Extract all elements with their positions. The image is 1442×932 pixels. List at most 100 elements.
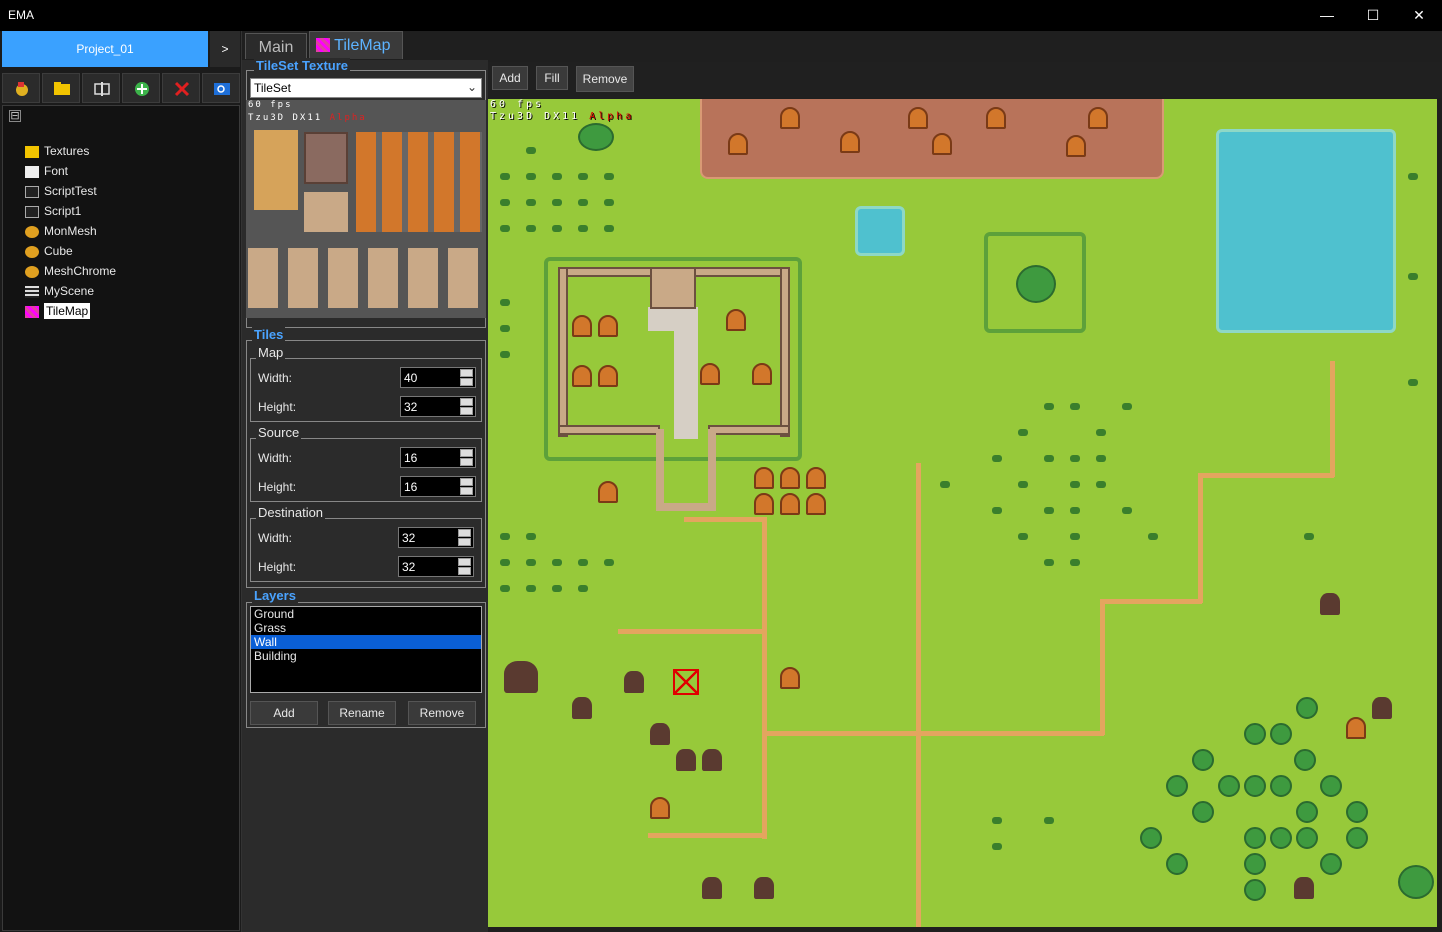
- import-icon: [16, 82, 28, 96]
- asset-tree[interactable]: ⊟ Textures Font ScriptTest Script1 MonMe…: [2, 105, 240, 931]
- destination-width-stepper[interactable]: 32: [398, 527, 474, 548]
- grass-tuft-tile: [526, 533, 536, 540]
- dead-tree-tile: [676, 749, 696, 771]
- grass-tuft-tile: [578, 559, 588, 566]
- tree-tile: [1270, 723, 1292, 745]
- tree-item-script1[interactable]: Script1: [25, 202, 81, 220]
- map-remove-button[interactable]: Remove: [576, 66, 634, 92]
- tree-item-myscene[interactable]: MyScene: [25, 282, 94, 300]
- large-pond: [1216, 129, 1396, 333]
- grass-tuft-tile: [992, 817, 1002, 824]
- castle-wall-tile: [558, 267, 568, 437]
- map-height-stepper[interactable]: 32: [400, 396, 476, 417]
- open-folder-button[interactable]: [42, 73, 80, 103]
- tree-item-cube[interactable]: Cube: [25, 242, 73, 260]
- building-tile: [780, 667, 800, 689]
- project-selector[interactable]: Project_01: [2, 31, 208, 67]
- grass-tuft-tile: [500, 199, 510, 206]
- grass-tuft-tile: [500, 533, 510, 540]
- tileset-engine-label: Tzu3D DX11 Alpha: [248, 113, 367, 123]
- layer-add-button[interactable]: Add: [250, 701, 318, 725]
- folder-icon: [54, 82, 70, 95]
- tree-item-font[interactable]: Font: [25, 162, 68, 180]
- tree-item-label: MeshChrome: [44, 264, 117, 278]
- fps-overlay: 60 fps: [490, 99, 545, 110]
- grass-tuft-tile: [604, 225, 614, 232]
- tree-tile: [1244, 853, 1266, 875]
- dirt-path-tile: [1198, 477, 1203, 603]
- grass-tuft-tile: [500, 351, 510, 358]
- grass-tuft-tile: [578, 225, 588, 232]
- building-tile: [780, 107, 800, 129]
- minimize-button[interactable]: —: [1304, 0, 1350, 31]
- castle-wall-tile: [656, 429, 716, 511]
- tree-tile: [1166, 853, 1188, 875]
- grass-tuft-tile: [552, 173, 562, 180]
- tree-item-monmesh[interactable]: MonMesh: [25, 222, 97, 240]
- grass-tuft-tile: [1044, 455, 1054, 462]
- tab-tilemap[interactable]: TileMap: [309, 31, 403, 59]
- tileset-preview[interactable]: 60 fps Tzu3D DX11 Alpha: [246, 100, 486, 318]
- building-tile: [1346, 717, 1366, 739]
- close-button[interactable]: ✕: [1396, 0, 1442, 31]
- layer-rename-button[interactable]: Rename: [328, 701, 396, 725]
- tree-tile: [1244, 879, 1266, 901]
- grass-tuft-tile: [500, 173, 510, 180]
- dirt-path-tile: [648, 833, 766, 838]
- grass-tuft-tile: [1148, 533, 1158, 540]
- tree-item-tilemap[interactable]: TileMap: [25, 302, 91, 320]
- import-button[interactable]: [2, 73, 40, 103]
- view-button[interactable]: [202, 73, 240, 103]
- maximize-button[interactable]: ☐: [1350, 0, 1396, 31]
- grass-tuft-tile: [992, 843, 1002, 850]
- tree-tile: [1192, 801, 1214, 823]
- grass-tuft-tile: [1408, 173, 1418, 180]
- grass-tuft-tile: [1044, 403, 1054, 410]
- layer-remove-button[interactable]: Remove: [408, 701, 476, 725]
- dirt-path-tile: [1198, 473, 1334, 478]
- text-icon: [94, 82, 110, 96]
- grass-tuft-tile: [1044, 817, 1054, 824]
- layer-item-ground[interactable]: Ground: [251, 607, 481, 621]
- tree-item-textures[interactable]: Textures: [25, 142, 89, 160]
- tree-expander[interactable]: ⊟: [9, 110, 21, 122]
- map-width-stepper[interactable]: 40: [400, 367, 476, 388]
- layers-list[interactable]: Ground Grass Wall Building: [250, 606, 482, 693]
- dirt-path-tile: [618, 629, 764, 634]
- tilemap-viewport[interactable]: 60 fps Tzu3D DX11 Alpha: [488, 99, 1437, 927]
- building-tile: [806, 493, 826, 515]
- tree-item-scripttest[interactable]: ScriptTest: [25, 182, 97, 200]
- map-fill-button[interactable]: Fill: [536, 66, 568, 90]
- building-tile: [728, 133, 748, 155]
- building-tile: [752, 363, 772, 385]
- tree-tile: [1296, 801, 1318, 823]
- grass-tuft-tile: [578, 173, 588, 180]
- window-title: EMA: [8, 8, 35, 22]
- tree-tile: [1166, 775, 1188, 797]
- delete-button[interactable]: [162, 73, 200, 103]
- grass-tuft-tile: [526, 147, 536, 154]
- tree-tile: [1244, 723, 1266, 745]
- project-expand-button[interactable]: >: [210, 31, 240, 67]
- add-item-button[interactable]: [122, 73, 160, 103]
- destination-height-stepper[interactable]: 32: [398, 556, 474, 577]
- tab-main[interactable]: Main: [245, 33, 307, 59]
- layer-item-building[interactable]: Building: [251, 649, 481, 663]
- mesh-icon: [25, 225, 39, 238]
- grass-tuft-tile: [526, 585, 536, 592]
- layers-label: Layers: [252, 588, 298, 603]
- map-add-button[interactable]: Add: [492, 66, 528, 90]
- layer-item-grass[interactable]: Grass: [251, 621, 481, 635]
- grass-tuft-tile: [526, 559, 536, 566]
- destination-height-label: Height:: [258, 560, 297, 574]
- grass-tuft-tile: [1018, 533, 1028, 540]
- tree-item-label: TileMap: [44, 303, 91, 319]
- tree-item-meshchrome[interactable]: MeshChrome: [25, 262, 116, 280]
- tileset-dropdown[interactable]: TileSet ⌄: [250, 78, 482, 98]
- building-tile: [572, 315, 592, 337]
- source-width-stepper[interactable]: 16: [400, 447, 476, 468]
- text-button[interactable]: [82, 73, 120, 103]
- layer-item-wall[interactable]: Wall: [251, 635, 481, 649]
- grass-tuft-tile: [552, 225, 562, 232]
- source-height-stepper[interactable]: 16: [400, 476, 476, 497]
